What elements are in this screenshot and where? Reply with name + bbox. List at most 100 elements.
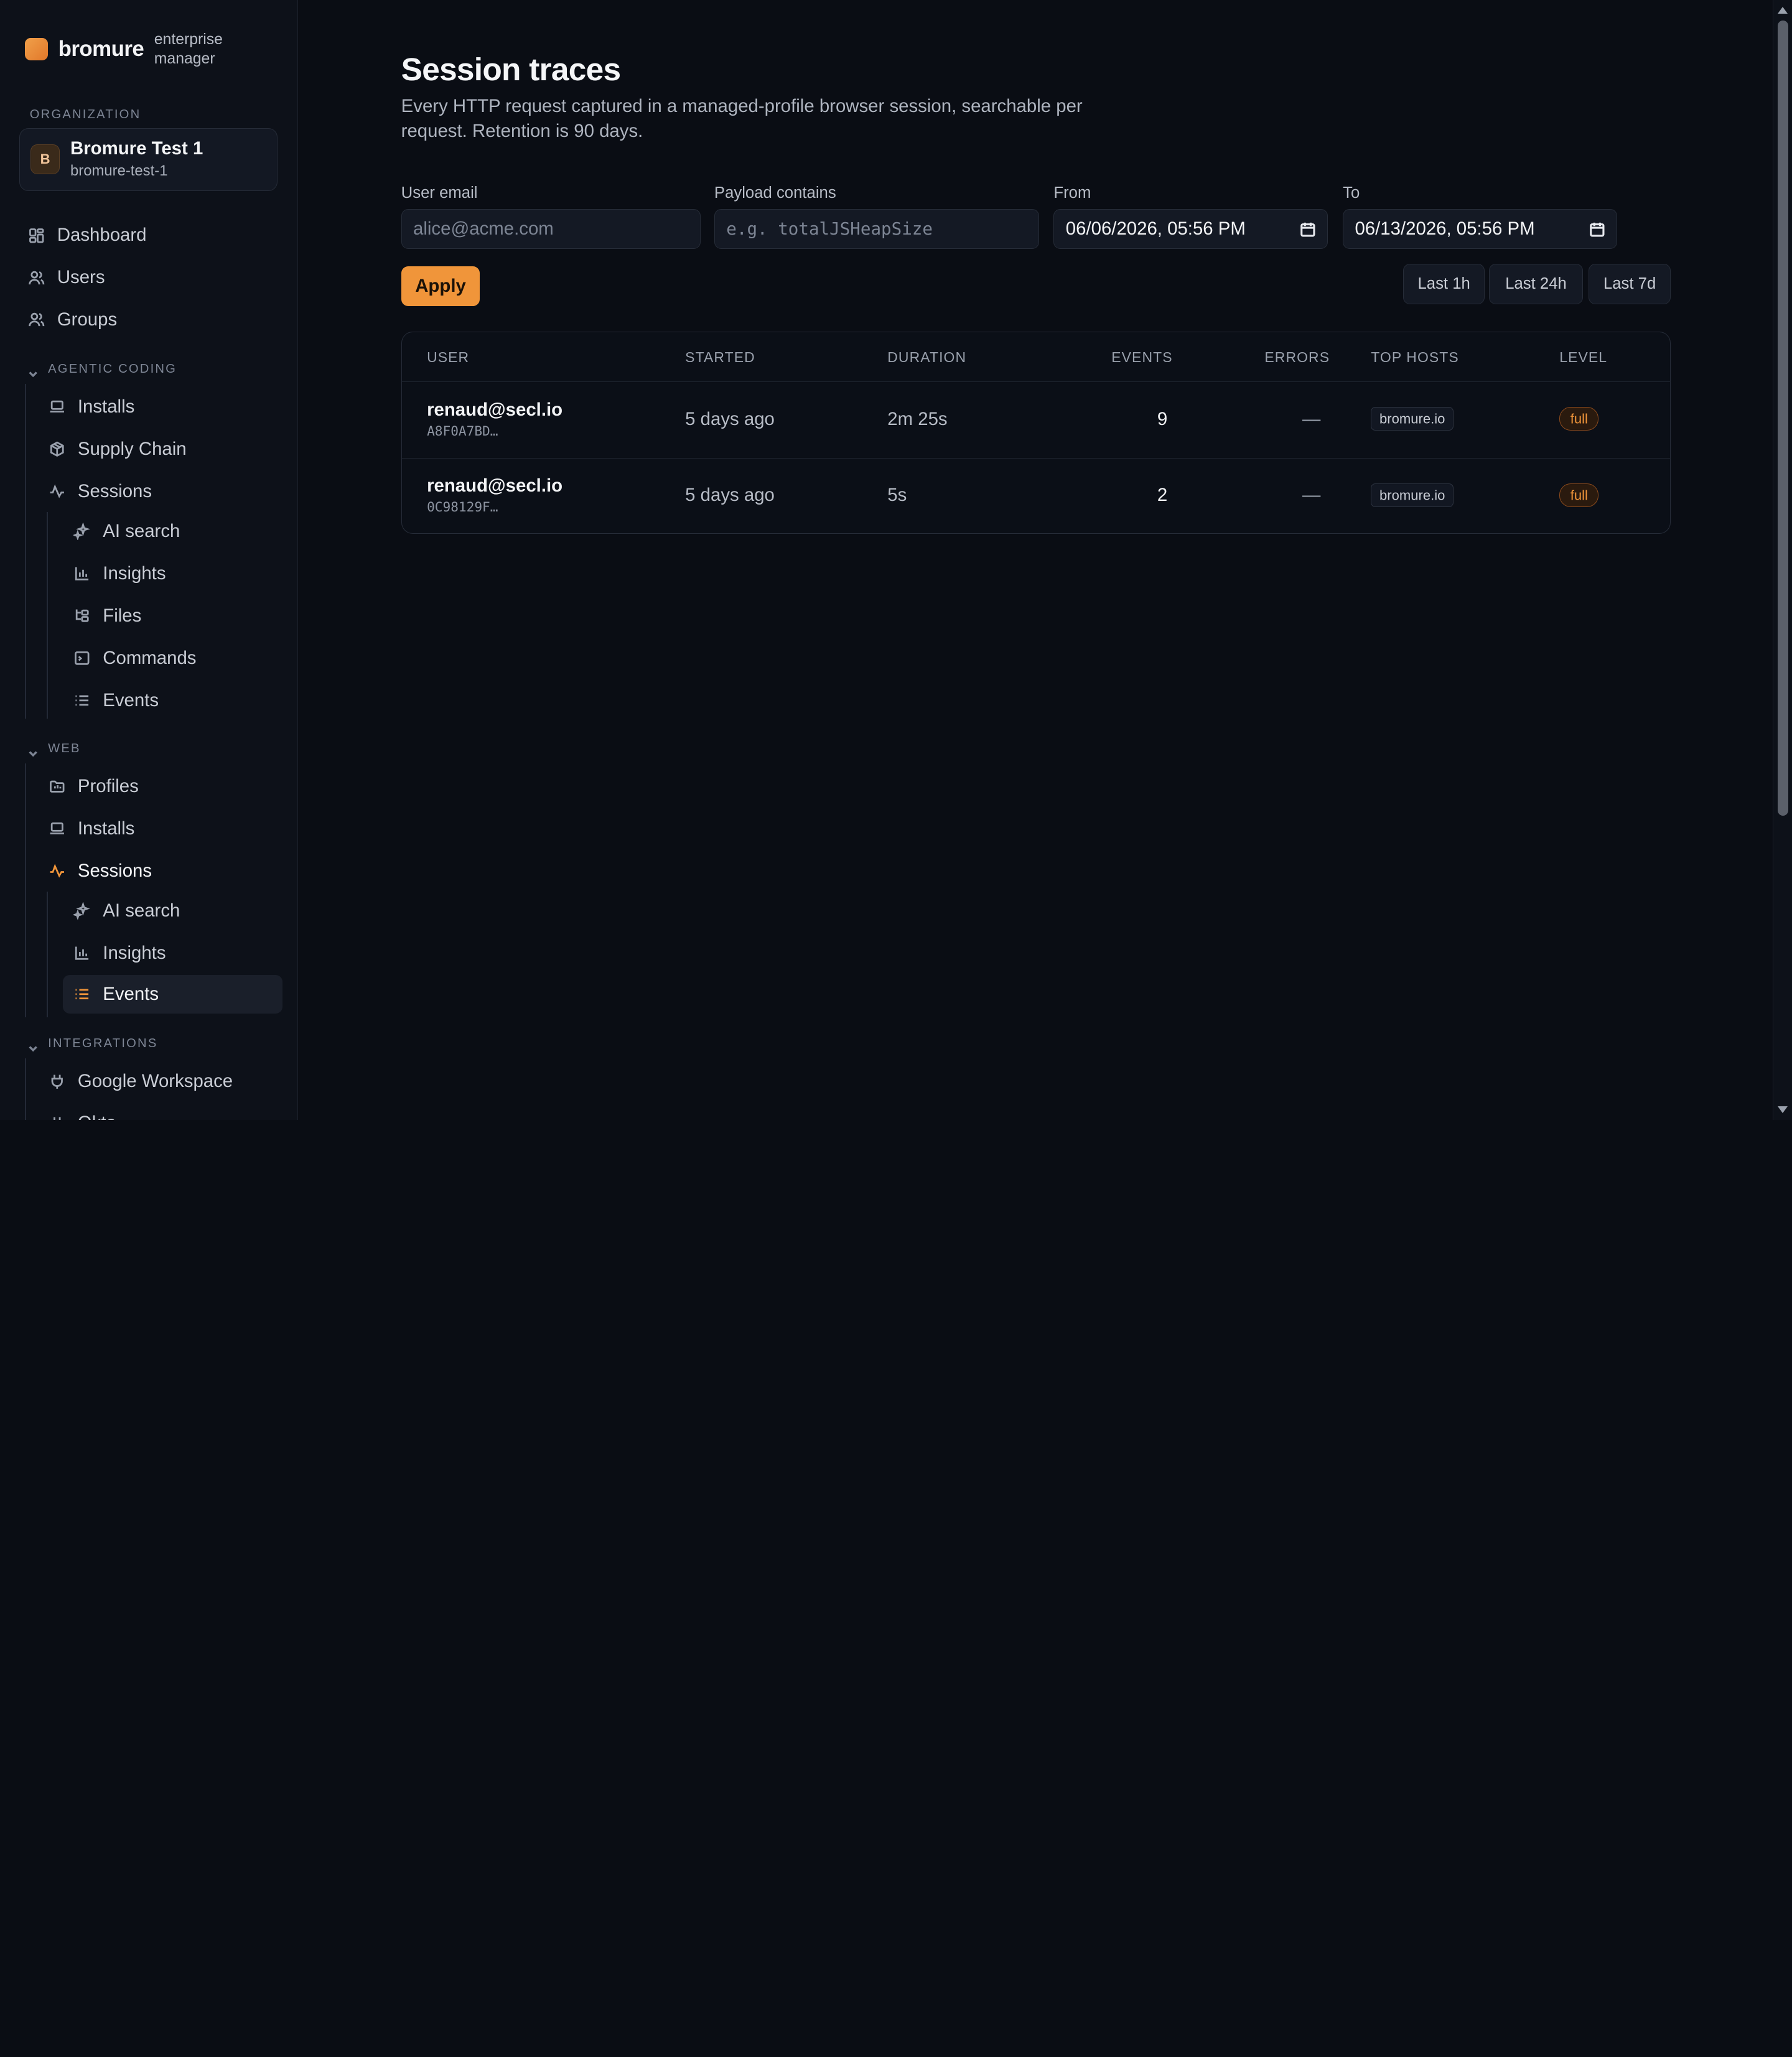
brand[interactable]: bromure enterprise manager [0,0,297,73]
sidebar-item-agentic-insights[interactable]: Insights [73,554,279,593]
sidebar-item-web-ai-search[interactable]: AI search [73,892,279,930]
sidebar-item-agentic-events[interactable]: Events [73,681,279,720]
level-cell: full [1559,483,1599,507]
events-cell: 9 [1157,408,1168,429]
tree-line [25,1058,27,1120]
laptop-icon [48,398,66,416]
group-web[interactable]: WEB [27,742,81,757]
email-field[interactable] [401,209,701,250]
last-24h-button[interactable]: Last 24h [1489,264,1583,304]
level-badge: full [1559,407,1599,431]
user-email[interactable]: renaud@secl.io [427,475,562,497]
tree-line [25,763,27,1017]
scroll-down-icon[interactable] [1778,1106,1788,1113]
sidebar-item-google-workspace[interactable]: Google Workspace [48,1061,276,1100]
main-content: Session traces Every HTTP request captur… [298,0,1792,1120]
last-1h-button[interactable]: Last 1h [1403,264,1485,304]
payload-label: Payload contains [714,184,836,202]
column-header-level[interactable]: LEVEL [1559,349,1607,366]
page-scrollbar[interactable] [1772,0,1792,1120]
user-icon [27,269,45,287]
sidebar-item-profiles[interactable]: Profiles [48,767,276,805]
column-header-user[interactable]: USER [427,349,469,366]
sidebar-item-label: Sessions [77,480,152,501]
scroll-thumb[interactable] [1778,21,1788,816]
sparkles-icon [73,902,91,920]
calendar-icon[interactable] [1589,221,1605,237]
sidebar-item-label: Installs [77,818,135,839]
brand-name: bromure [58,36,144,61]
org-name: Bromure Test 1 [70,138,203,159]
column-header-events[interactable]: EVENTS [1111,349,1172,366]
chevron-down-icon [27,1038,39,1052]
sidebar-item-label: Users [57,267,105,288]
column-header-started[interactable]: STARTED [685,349,755,366]
page-description: Every HTTP request captured in a managed… [401,95,1083,142]
terminal-icon [73,649,91,667]
sidebar-item-agentic-commands[interactable]: Commands [73,639,279,678]
sidebar-item-dashboard[interactable]: Dashboard [27,216,279,254]
user-cell: renaud@secl.io 0C98129F… [427,475,562,515]
sidebar-item-label: Profiles [77,775,139,796]
sidebar-item-agentic-ai-search[interactable]: AI search [73,512,279,551]
email-label: User email [401,184,478,202]
calendar-icon[interactable] [1300,221,1316,237]
table-row[interactable]: renaud@secl.io 0C98129F… 5 days ago 5s 2… [401,457,1671,533]
to-datetime-value: 06/13/2026, 05:56 PM [1355,218,1535,240]
column-header-duration[interactable]: DURATION [887,349,966,366]
sidebar-item-label: Dashboard [57,225,147,246]
sidebar-item-web-installs[interactable]: Installs [48,809,276,847]
from-datetime-value: 06/06/2026, 05:56 PM [1065,218,1246,240]
org-avatar: B [30,144,60,175]
hosts-cell: bromure.io [1371,407,1454,431]
payload-input[interactable] [726,219,1027,240]
sidebar-item-label: Commands [103,647,197,668]
group-caption: AGENTIC CODING [48,362,177,376]
brand-subtitle: enterprise manager [154,30,223,67]
started-cell: 5 days ago [685,484,775,505]
user-email[interactable]: renaud@secl.io [427,399,562,421]
apply-button[interactable]: Apply [401,266,480,307]
sidebar: bromure enterprise manager ORGANIZATION … [0,0,299,1120]
column-header-errors[interactable]: ERRORS [1264,349,1330,366]
sidebar-item-agentic-installs[interactable]: Installs [48,388,276,426]
sidebar-item-agentic-files[interactable]: Files [73,597,279,635]
sidebar-item-web-sessions[interactable]: Sessions [48,851,276,890]
sidebar-item-okta[interactable]: Okta [48,1104,276,1120]
sidebar-item-users[interactable]: Users [27,258,279,297]
sidebar-item-label: Insights [103,942,166,963]
sessions-table: USER STARTED DURATION EVENTS ERRORS TOP … [401,331,1671,534]
sidebar-item-supply-chain[interactable]: Supply Chain [48,430,276,469]
laptop-icon [48,819,66,837]
users-icon [27,311,45,329]
group-integrations[interactable]: INTEGRATIONS [27,1037,157,1052]
from-datetime-field[interactable]: 06/06/2026, 05:56 PM [1053,209,1328,250]
level-badge: full [1559,483,1599,507]
sidebar-item-label: Insights [103,563,166,584]
package-icon [48,440,66,458]
list-icon [73,985,91,1003]
payload-field[interactable] [714,209,1039,250]
organization-switcher[interactable]: B Bromure Test 1 bromure-test-1 [19,128,278,191]
list-icon [73,691,91,709]
table-header: USER STARTED DURATION EVENTS ERRORS TOP … [401,332,1671,383]
email-input[interactable] [413,218,689,240]
last-7d-button[interactable]: Last 7d [1589,264,1671,304]
plug-icon [48,1114,66,1120]
level-cell: full [1559,407,1599,431]
folder-icon [48,777,66,795]
sidebar-item-groups[interactable]: Groups [27,301,279,339]
column-header-top-hosts[interactable]: TOP HOSTS [1371,349,1459,366]
duration-cell: 2m 25s [887,408,948,429]
sidebar-item-web-events[interactable]: Events [63,974,282,1014]
scroll-up-icon[interactable] [1778,7,1788,14]
to-datetime-field[interactable]: 06/13/2026, 05:56 PM [1343,209,1617,250]
table-row[interactable]: renaud@secl.io A8F0A7BD… 5 days ago 2m 2… [402,382,1671,457]
session-id: 0C98129F… [427,498,498,515]
sidebar-item-agentic-sessions[interactable]: Sessions [48,472,276,511]
group-agentic-coding[interactable]: AGENTIC CODING [27,362,177,378]
sidebar-item-label: AI search [103,900,180,921]
sidebar-item-web-insights[interactable]: Insights [73,934,279,973]
sidebar-item-label: Installs [77,396,135,417]
host-chip: bromure.io [1371,483,1454,507]
